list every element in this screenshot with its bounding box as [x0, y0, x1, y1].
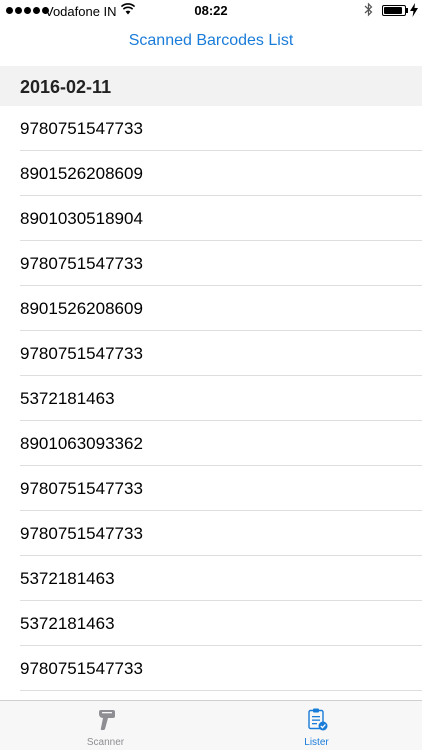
tab-bar: Scanner Lister: [0, 700, 422, 750]
clipboard-list-icon: [307, 708, 327, 731]
barcode-row[interactable]: 9780751547733: [0, 241, 422, 286]
section-header-date: 2016-02-11: [0, 66, 422, 106]
barcode-row[interactable]: 8901526208609: [0, 151, 422, 196]
tab-scanner-label: Scanner: [86, 737, 125, 748]
barcode-row[interactable]: 8901063093362: [0, 421, 422, 466]
barcode-row[interactable]: 8901030518904: [0, 196, 422, 241]
barcode-row[interactable]: 9780751547733: [0, 511, 422, 556]
barcode-row[interactable]: 9780751547733: [0, 331, 422, 376]
bluetooth-icon: [364, 2, 373, 17]
battery-icon: [382, 5, 406, 16]
page-title: Scanned Barcodes List: [128, 32, 294, 49]
navigation-bar: Scanned Barcodes List: [0, 22, 422, 66]
tab-lister[interactable]: Lister: [211, 701, 422, 751]
barcode-row[interactable]: 9780751547733: [0, 106, 422, 151]
status-time: 08:22: [194, 3, 228, 18]
barcode-row[interactable]: 9780751547733: [0, 466, 422, 511]
barcode-scanner-icon: [98, 710, 115, 730]
barcode-row[interactable]: 5372181463: [0, 556, 422, 601]
barcode-row[interactable]: 9780751547733: [0, 646, 422, 691]
barcode-list: 9780751547733 8901526208609 8901030518904 9…: [0, 106, 422, 691]
barcode-row[interactable]: 5372181463: [0, 601, 422, 646]
barcode-row[interactable]: 8901526208609: [0, 286, 422, 331]
tab-scanner[interactable]: Scanner: [0, 701, 211, 751]
battery-tip: [406, 8, 408, 13]
barcode-row[interactable]: 5372181463: [0, 376, 422, 421]
charging-bolt-icon: [410, 3, 418, 17]
status-bar: Vodafone IN 08:22: [0, 0, 422, 22]
tab-lister-label: Lister: [304, 737, 329, 748]
